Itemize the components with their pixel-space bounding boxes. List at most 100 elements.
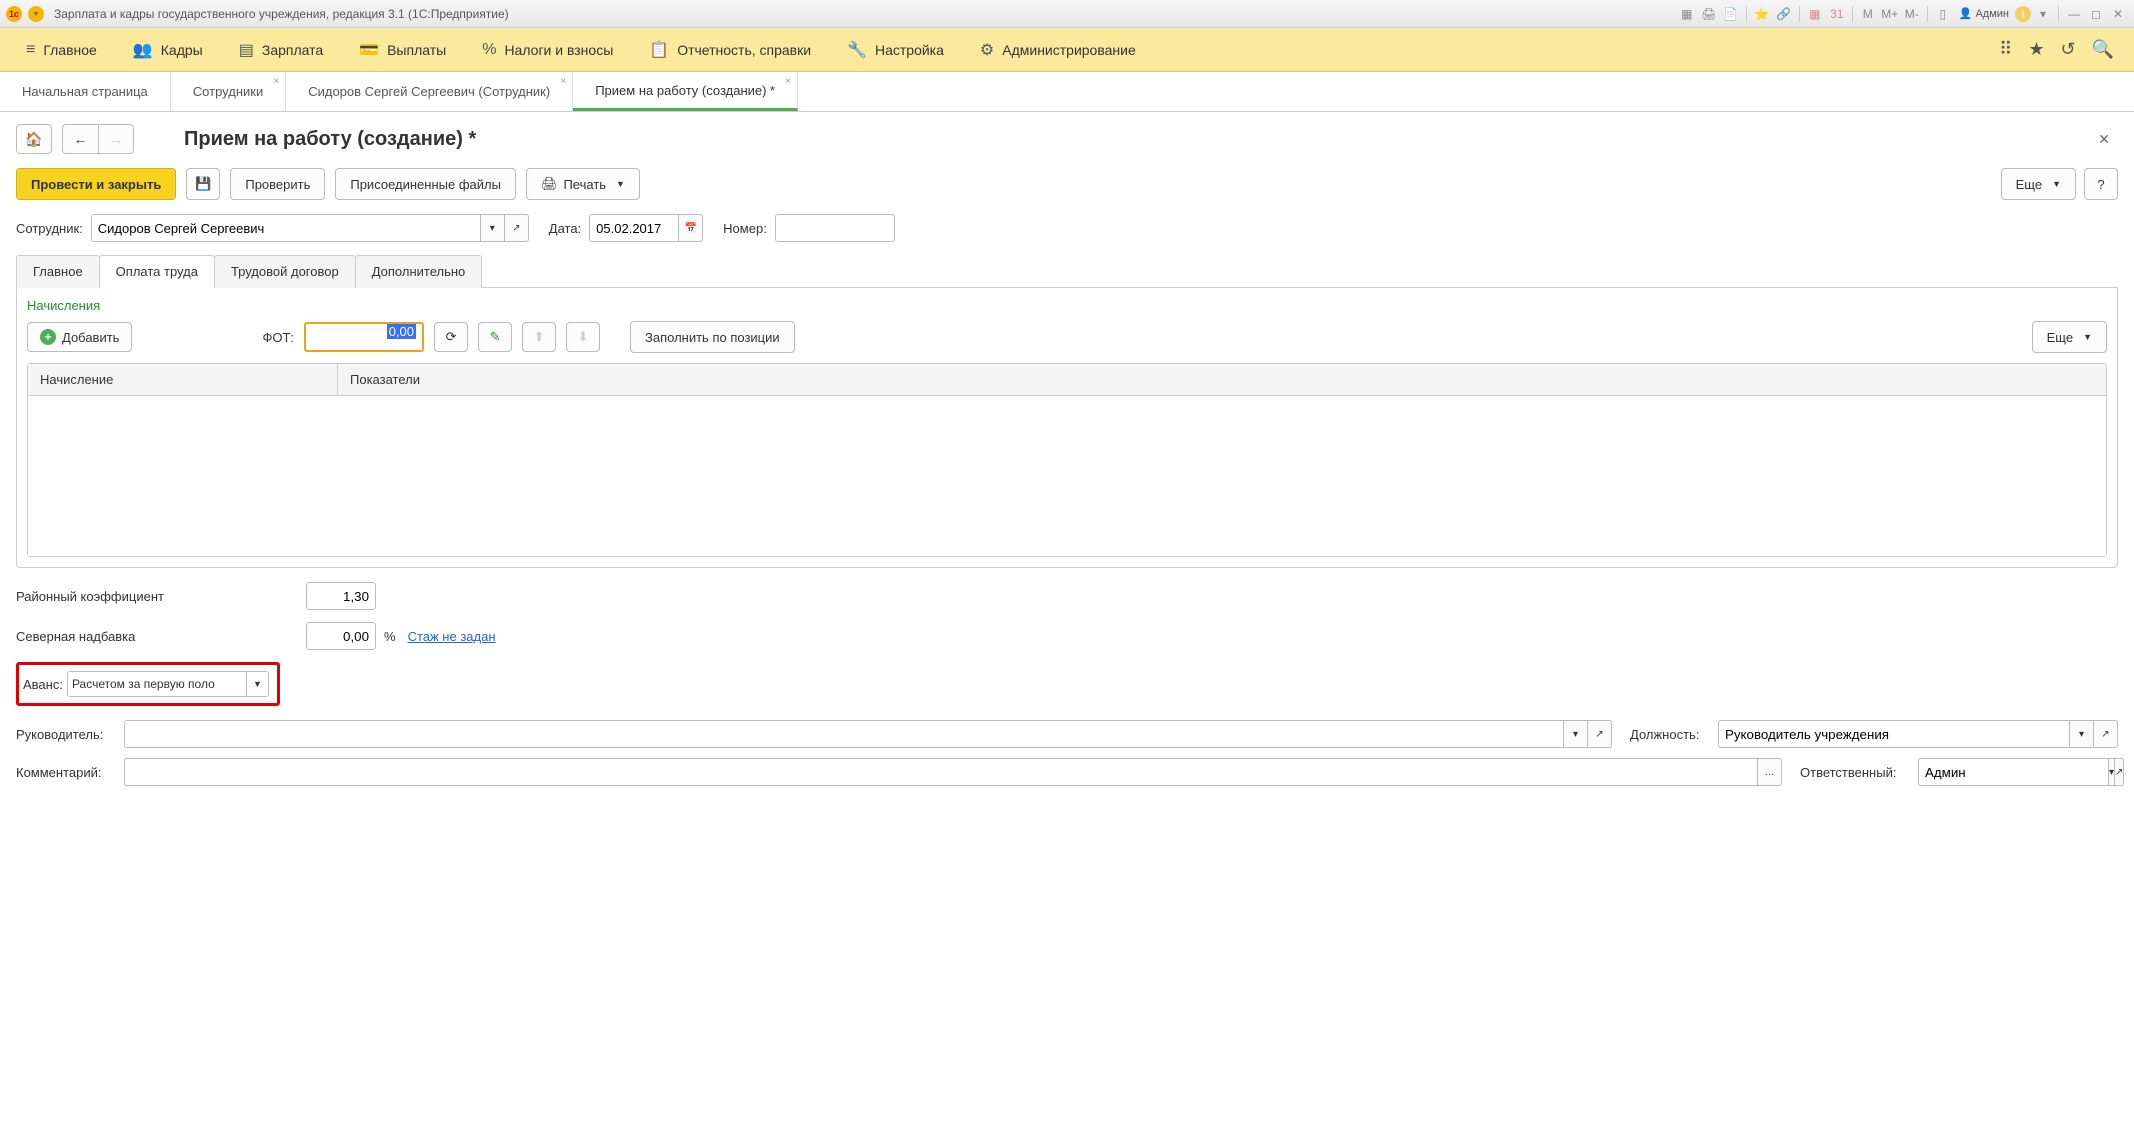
- user-badge[interactable]: 👤 Админ: [1955, 7, 2013, 20]
- m-minus-icon[interactable]: M-: [1902, 5, 1922, 23]
- panel-title: Начисления: [27, 298, 2107, 313]
- info-icon[interactable]: i: [2015, 6, 2031, 22]
- subtab-contract[interactable]: Трудовой договор: [214, 255, 356, 288]
- subtab-payment[interactable]: Оплата труда: [99, 255, 215, 288]
- attached-files-label: Присоединенные файлы: [350, 177, 501, 192]
- ruk-input[interactable]: [124, 720, 1564, 748]
- close-icon[interactable]: ×: [560, 76, 566, 87]
- date-picker-button[interactable]: 📅: [679, 214, 703, 242]
- apps-icon[interactable]: ⠿: [1999, 39, 2012, 60]
- fill-by-position-button[interactable]: Заполнить по позиции: [630, 321, 795, 353]
- menu-main[interactable]: ≡ Главное: [8, 28, 115, 71]
- panel-more-button[interactable]: Еще ▼: [2032, 321, 2107, 353]
- pencil-icon: ✎: [490, 329, 501, 345]
- otv-open-button[interactable]: ↗: [2115, 758, 2124, 786]
- tb-icon-2[interactable]: 🖨: [1699, 5, 1719, 23]
- sn-input[interactable]: [306, 622, 376, 650]
- otv-label: Ответственный:: [1800, 765, 1910, 780]
- chevron-down-icon: ▼: [2083, 332, 2092, 342]
- dolzh-dropdown-button[interactable]: ▾: [2070, 720, 2094, 748]
- history2-icon[interactable]: ↺: [2060, 39, 2075, 60]
- close-icon[interactable]: ×: [273, 76, 279, 87]
- tab-employees[interactable]: Сотрудники ×: [171, 72, 286, 111]
- employee-input[interactable]: [91, 214, 481, 242]
- menu-personnel[interactable]: 👥 Кадры: [115, 28, 221, 71]
- menu-settings[interactable]: 🔧 Настройка: [829, 28, 962, 71]
- refresh-button[interactable]: ⟳: [434, 322, 468, 352]
- tb-icon-3[interactable]: 📄: [1721, 5, 1741, 23]
- menu-reports[interactable]: 📋 Отчетность, справки: [631, 28, 829, 71]
- history-icon[interactable]: 🔗: [1774, 5, 1794, 23]
- close-icon[interactable]: ×: [785, 76, 791, 87]
- check-button[interactable]: Проверить: [230, 168, 325, 200]
- number-input[interactable]: [775, 214, 895, 242]
- maximize-icon[interactable]: ◻: [2086, 5, 2106, 23]
- clipboard-icon: 📋: [649, 40, 669, 60]
- star-icon[interactable]: ★: [2028, 39, 2044, 60]
- fot-input[interactable]: 0,00: [304, 322, 424, 352]
- comm-more-button[interactable]: …: [1758, 758, 1782, 786]
- dolzh-input[interactable]: [1718, 720, 2070, 748]
- save-icon: 💾: [195, 176, 211, 192]
- ruk-dropdown-button[interactable]: ▾: [1564, 720, 1588, 748]
- menu-taxes[interactable]: % Налоги и взносы: [464, 28, 631, 71]
- save-button[interactable]: 💾: [186, 168, 220, 200]
- print-label: Печать: [563, 177, 606, 192]
- dolzh-open-button[interactable]: ↗: [2094, 720, 2118, 748]
- search-icon[interactable]: 🔍: [2092, 39, 2114, 60]
- arrow-down-icon: ⬇: [578, 329, 589, 345]
- avans-dropdown-button[interactable]: ▼: [247, 671, 269, 697]
- more-label: Еще: [2016, 177, 2042, 192]
- app-dropdown-icon[interactable]: ▾: [28, 6, 44, 22]
- minimize-icon[interactable]: —: [2064, 5, 2084, 23]
- percent-icon: %: [482, 41, 496, 59]
- subtab-payment-label: Оплата труда: [116, 264, 198, 279]
- print-button[interactable]: 🖨 Печать ▼: [526, 168, 640, 200]
- calendar-icon[interactable]: ▦: [1805, 5, 1825, 23]
- subtab-additional[interactable]: Дополнительно: [355, 255, 483, 288]
- back-button[interactable]: ←: [62, 124, 98, 154]
- favorite-icon[interactable]: ⭐: [1752, 5, 1772, 23]
- submit-close-button[interactable]: Провести и закрыть: [16, 168, 176, 200]
- employee-dropdown-button[interactable]: ▾: [481, 214, 505, 242]
- comm-input[interactable]: [124, 758, 1758, 786]
- menu-salary[interactable]: ▤ Зарплата: [221, 28, 341, 71]
- otv-input[interactable]: [1918, 758, 2109, 786]
- sn-unit: %: [384, 629, 396, 644]
- menu-payments[interactable]: 💳 Выплаты: [341, 28, 464, 71]
- help-button[interactable]: ?: [2084, 168, 2118, 200]
- dropdown-icon[interactable]: ▾: [2033, 5, 2053, 23]
- close-page-icon[interactable]: ✕: [2090, 127, 2118, 152]
- tab-start-page[interactable]: Начальная страница: [0, 72, 171, 111]
- menu-salary-label: Зарплата: [262, 42, 323, 58]
- staz-link[interactable]: Стаж не задан: [408, 629, 496, 644]
- more-button[interactable]: Еще ▼: [2001, 168, 2076, 200]
- user-name: Админ: [1975, 8, 2009, 20]
- ruk-open-button[interactable]: ↗: [1588, 720, 1612, 748]
- employee-label: Сотрудник:: [16, 221, 83, 236]
- table-body[interactable]: [28, 396, 2106, 556]
- subtab-additional-label: Дополнительно: [372, 264, 466, 279]
- window-title: Зарплата и кадры государственного учрежд…: [54, 7, 509, 21]
- subtab-main[interactable]: Главное: [16, 255, 100, 288]
- tab-hiring[interactable]: Прием на работу (создание) * ×: [573, 72, 798, 111]
- tb-icon-1[interactable]: ▦: [1677, 5, 1697, 23]
- date-input[interactable]: [589, 214, 679, 242]
- edit-button[interactable]: ✎: [478, 322, 512, 352]
- tab-employee-card[interactable]: Сидоров Сергей Сергеевич (Сотрудник) ×: [286, 72, 573, 111]
- add-button[interactable]: + Добавить: [27, 322, 132, 352]
- m-icon[interactable]: M: [1858, 5, 1878, 23]
- chevron-down-icon: ▼: [2052, 179, 2061, 189]
- menu-admin[interactable]: ⚙ Администрирование: [962, 28, 1154, 71]
- panel-icon[interactable]: ▯: [1933, 5, 1953, 23]
- close-window-icon[interactable]: ✕: [2108, 5, 2128, 23]
- sn-label: Северная надбавка: [16, 629, 306, 644]
- employee-open-button[interactable]: ↗: [505, 214, 529, 242]
- calendar2-icon[interactable]: 31: [1827, 5, 1847, 23]
- home-button[interactable]: 🏠: [16, 124, 52, 154]
- menu-admin-label: Администрирование: [1002, 42, 1136, 58]
- m-plus-icon[interactable]: M+: [1880, 5, 1900, 23]
- rk-input[interactable]: [306, 582, 376, 610]
- attached-files-button[interactable]: Присоединенные файлы: [335, 168, 516, 200]
- avans-select[interactable]: Расчетом за первую поло: [67, 671, 247, 697]
